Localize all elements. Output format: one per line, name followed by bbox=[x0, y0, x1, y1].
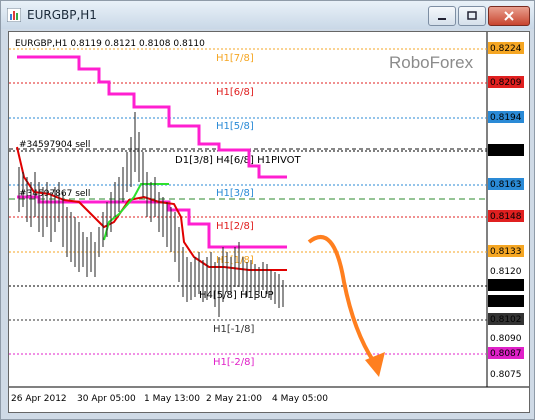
level-label: H1[6/8] bbox=[216, 87, 254, 98]
close-icon bbox=[504, 11, 514, 21]
svg-text:0.8087: 0.8087 bbox=[490, 349, 522, 359]
svg-text:0.8163: 0.8163 bbox=[490, 180, 522, 190]
svg-text:0.8224: 0.8224 bbox=[490, 44, 522, 54]
chart-window-icon bbox=[7, 8, 21, 22]
svg-text:0.8110: 0.8110 bbox=[490, 297, 522, 307]
order-label: #34597904 sell bbox=[19, 140, 90, 150]
svg-text:26 Apr 2012: 26 Apr 2012 bbox=[11, 394, 67, 404]
svg-text:0.8194: 0.8194 bbox=[490, 113, 522, 123]
level-label: H1[5/8] bbox=[216, 121, 254, 132]
watermark-logo: RoboForex bbox=[389, 53, 474, 72]
svg-text:4 May 05:00: 4 May 05:00 bbox=[272, 394, 328, 404]
svg-text:0.8209: 0.8209 bbox=[490, 78, 522, 88]
window-title: EURGBP,H1 bbox=[27, 8, 97, 22]
level-label: H1[2/8] bbox=[216, 221, 254, 232]
svg-text:0.8102: 0.8102 bbox=[490, 315, 522, 325]
svg-text:1 May 13:00: 1 May 13:00 bbox=[144, 394, 200, 404]
svg-text:0.8148: 0.8148 bbox=[490, 212, 522, 222]
level-label: H1[-2/8] bbox=[213, 357, 254, 368]
level-label: D1[3/8] H4[6/8] H1PIVOT bbox=[175, 155, 301, 166]
time-axis: 26 Apr 2012 30 Apr 05:00 1 May 13:00 2 M… bbox=[11, 394, 328, 404]
level-label: H4[5/8] H1SUP bbox=[199, 290, 274, 301]
close-button[interactable] bbox=[488, 6, 530, 26]
svg-text:30 Apr 05:00: 30 Apr 05:00 bbox=[77, 394, 136, 404]
title-bar[interactable]: EURGBP,H1 bbox=[1, 1, 534, 29]
chart-canvas[interactable]: EURGBP,H1 0.8119 0.8121 0.8108 0.8110 Ro… bbox=[9, 32, 529, 412]
symbol-header: EURGBP,H1 0.8119 0.8121 0.8108 0.8110 bbox=[15, 39, 205, 49]
svg-text:0.8179: 0.8179 bbox=[490, 146, 522, 156]
price-chart[interactable]: EURGBP,H1 0.8119 0.8121 0.8108 0.8110 Ro… bbox=[8, 31, 530, 413]
maximize-icon bbox=[467, 11, 477, 20]
svg-text:0.8075: 0.8075 bbox=[490, 370, 522, 380]
svg-text:0.8133: 0.8133 bbox=[490, 247, 522, 257]
svg-text:2 May 21:00: 2 May 21:00 bbox=[206, 394, 262, 404]
svg-text:0.8120: 0.8120 bbox=[490, 267, 522, 277]
level-labels: H1[7/8] H1[6/8] H1[5/8] D1[3/8] H4[6/8] … bbox=[175, 53, 301, 368]
level-label: H1[3/8] bbox=[216, 188, 254, 199]
svg-text:0.8118: 0.8118 bbox=[490, 281, 522, 291]
level-label: H1[-1/8] bbox=[213, 324, 254, 335]
level-label: H1[7/8] bbox=[216, 53, 254, 64]
chart-window: EURGBP,H1 EURGBP,H1 0.8119 0.8121 0.8108… bbox=[0, 0, 535, 420]
price-axis: 0.8224 0.8209 0.8194 0.8179 0.8163 0.814… bbox=[488, 42, 524, 380]
minimize-icon bbox=[438, 18, 446, 20]
forecast-arrow bbox=[307, 235, 385, 377]
svg-text:0.8090: 0.8090 bbox=[490, 334, 522, 344]
maximize-button[interactable] bbox=[458, 6, 486, 26]
minimize-button[interactable] bbox=[428, 6, 456, 26]
